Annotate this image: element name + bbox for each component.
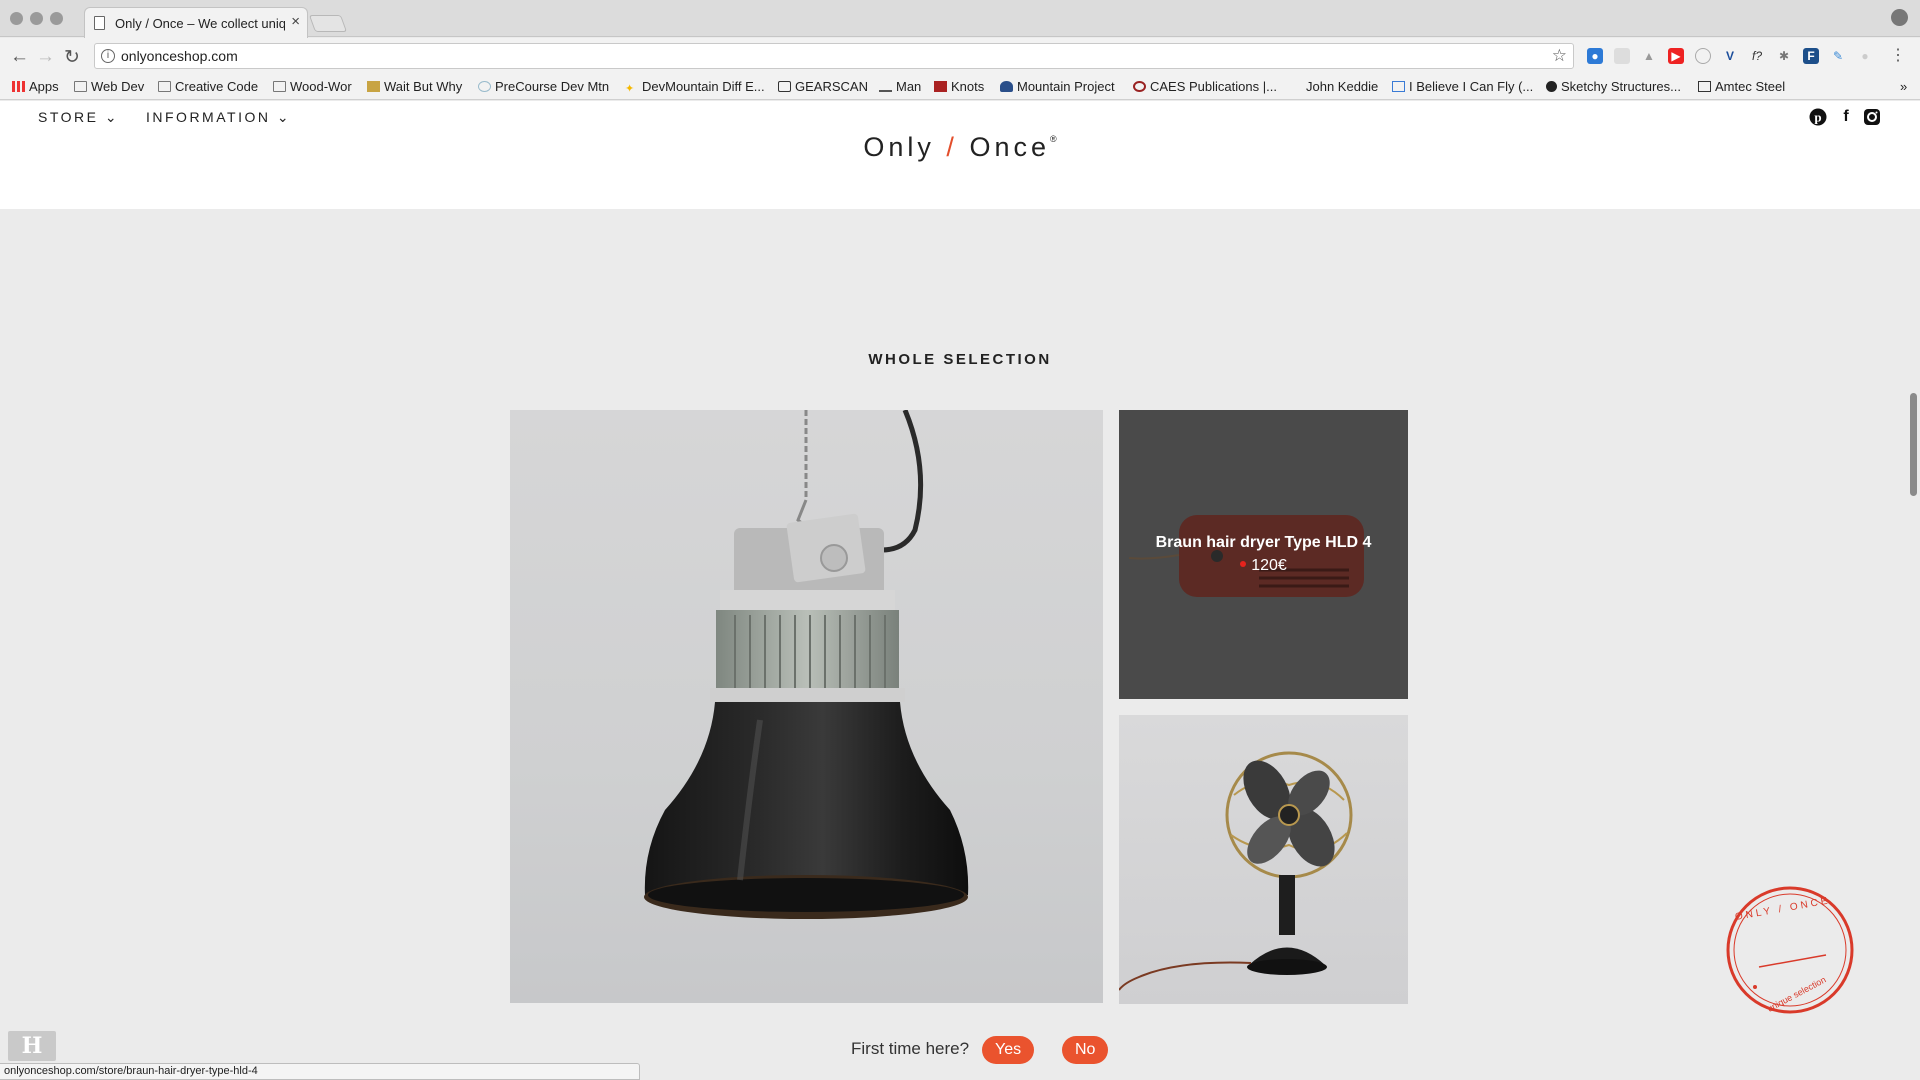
- site-header: STORE ⌄ INFORMATION ⌄ Only / Once® p f: [0, 101, 1920, 209]
- site-logo[interactable]: Only / Once®: [0, 132, 1920, 163]
- bug-icon[interactable]: ✱: [1776, 48, 1792, 64]
- svg-text:p: p: [1814, 110, 1821, 125]
- folder-icon: [273, 81, 286, 92]
- h-logo-icon[interactable]: H: [8, 1031, 56, 1061]
- info-icon[interactable]: i: [101, 49, 115, 63]
- site-icon: [879, 81, 892, 92]
- bookmark-link[interactable]: Knots: [934, 79, 984, 94]
- only-once-stamp-badge[interactable]: ONLY / ONCE unique selection: [1725, 885, 1855, 1015]
- product-hover-overlay: Braun hair dryer Type HLD 4 120€: [1119, 534, 1408, 575]
- page-icon: [94, 16, 105, 30]
- industrial-lamp-image: [644, 410, 969, 919]
- site-icon: ✦: [625, 83, 635, 95]
- browser-tab[interactable]: Only / Once – We collect uniqu ×: [84, 7, 308, 38]
- tab-title: Only / Once – We collect uniqu: [115, 16, 285, 31]
- bookmark-folder[interactable]: Creative Code: [158, 79, 258, 94]
- eyedropper-icon[interactable]: ✎: [1830, 48, 1846, 64]
- stamp-top-text: ONLY / ONCE: [1734, 895, 1831, 923]
- yes-button[interactable]: Yes: [982, 1036, 1035, 1064]
- product-price: 120€: [1119, 557, 1408, 575]
- tab-close-icon[interactable]: ×: [291, 13, 300, 30]
- extension-icon[interactable]: [1614, 48, 1630, 64]
- bookmark-link[interactable]: I Believe I Can Fly (...: [1392, 79, 1533, 94]
- bookmark-link[interactable]: Sketchy Structures...: [1546, 79, 1681, 94]
- back-icon[interactable]: ←: [10, 46, 29, 68]
- site-icon: [1546, 81, 1557, 92]
- bookmark-link[interactable]: Amtec Steel: [1698, 79, 1785, 94]
- bookmark-link[interactable]: ✦ DevMountain Diff E...: [625, 79, 765, 95]
- menu-icon[interactable]: ⋮: [1890, 48, 1906, 64]
- instagram-icon[interactable]: [1863, 108, 1881, 126]
- extension-icon[interactable]: ▲: [1641, 48, 1657, 64]
- no-button[interactable]: No: [1062, 1036, 1109, 1064]
- bookmark-link[interactable]: Mountain Project: [1000, 79, 1115, 94]
- minimize-window-button[interactable]: [30, 12, 43, 25]
- facebook-icon[interactable]: f: [1837, 108, 1855, 126]
- bookmark-link[interactable]: Man: [879, 79, 921, 94]
- bookmark-apps[interactable]: Apps: [12, 79, 59, 94]
- desk-fan-image: [1119, 751, 1353, 991]
- site-icon: [1133, 81, 1146, 92]
- address-bar[interactable]: i onlyonceshop.com ☆: [94, 43, 1574, 69]
- site-icon: [1698, 81, 1711, 92]
- bookmark-link[interactable]: John Keddie: [1306, 79, 1378, 94]
- site-icon: [1000, 81, 1013, 92]
- maximize-window-button[interactable]: [50, 12, 63, 25]
- main-content: WHOLE SELECTION Braun hair dryer Type HL…: [0, 209, 1920, 1080]
- bookmark-link[interactable]: GEARSCAN: [778, 79, 868, 94]
- section-title: WHOLE SELECTION: [868, 351, 1052, 368]
- apps-grid-icon: [12, 81, 25, 92]
- site-icon: [367, 81, 380, 92]
- status-bar-url: onlyonceshop.com/store/braun-hair-dryer-…: [0, 1063, 640, 1080]
- site-icon: [934, 81, 947, 92]
- bookmark-link[interactable]: PreCourse Dev Mtn: [478, 79, 609, 94]
- bookmark-link[interactable]: Wait But Why: [367, 79, 462, 94]
- profile-icon[interactable]: [1891, 9, 1908, 26]
- product-name: Braun hair dryer Type HLD 4: [1155, 534, 1372, 551]
- folder-icon: [74, 81, 87, 92]
- bookmark-star-icon[interactable]: ☆: [1552, 46, 1567, 66]
- new-tab-button[interactable]: [308, 15, 348, 32]
- forward-icon[interactable]: →: [36, 46, 55, 68]
- more-bookmarks-button[interactable]: »: [1900, 79, 1907, 94]
- youtube-icon[interactable]: ▶: [1668, 48, 1684, 64]
- extension-icon[interactable]: ●: [1587, 48, 1603, 64]
- extension-f-icon[interactable]: F: [1803, 48, 1819, 64]
- browser-tab-strip: Only / Once – We collect uniqu ×: [0, 0, 1920, 38]
- pinterest-icon[interactable]: p: [1809, 108, 1827, 126]
- reload-icon[interactable]: ↻: [64, 46, 80, 69]
- extension-icon[interactable]: [1695, 48, 1711, 64]
- page-scrollbar[interactable]: [1905, 209, 1920, 1080]
- availability-dot: [1240, 561, 1247, 567]
- product-tile-fan[interactable]: [1119, 715, 1408, 1004]
- bookmark-folder[interactable]: Wood-Wor: [273, 79, 352, 94]
- bookmarks-bar: Apps Web Dev Creative Code Wood-Wor Wait…: [0, 74, 1920, 100]
- extension-icon[interactable]: ●: [1857, 48, 1873, 64]
- stamp-bottom-text: unique selection: [1765, 974, 1827, 1013]
- product-tile-hair-dryer[interactable]: Braun hair dryer Type HLD 4 120€: [1119, 410, 1408, 699]
- first-time-prompt: First time here? Yes No: [0, 1036, 1920, 1064]
- product-tile-lamp[interactable]: [510, 410, 1103, 1003]
- whatfont-icon[interactable]: f?: [1749, 48, 1765, 64]
- scrollbar-thumb[interactable]: [1910, 393, 1917, 496]
- site-icon: [1392, 81, 1405, 92]
- nav-store[interactable]: STORE ⌄: [38, 109, 119, 126]
- chevron-down-icon: ⌄: [276, 109, 292, 125]
- vue-devtools-icon[interactable]: V: [1722, 48, 1738, 64]
- browser-toolbar: ← → ↻ i onlyonceshop.com ☆ ● ▲ ▶ V f? ✱ …: [0, 38, 1920, 74]
- bookmark-folder[interactable]: Web Dev: [74, 79, 144, 94]
- bookmark-link[interactable]: CAES Publications |...: [1133, 79, 1277, 94]
- close-window-button[interactable]: [10, 12, 23, 25]
- site-icon: [478, 81, 491, 92]
- folder-icon: [158, 81, 171, 92]
- nav-information[interactable]: INFORMATION ⌄: [146, 109, 291, 126]
- chevron-down-icon: ⌄: [104, 109, 120, 125]
- address-url: onlyonceshop.com: [121, 48, 238, 64]
- first-time-question: First time here?: [851, 1039, 970, 1058]
- site-icon: [778, 81, 791, 92]
